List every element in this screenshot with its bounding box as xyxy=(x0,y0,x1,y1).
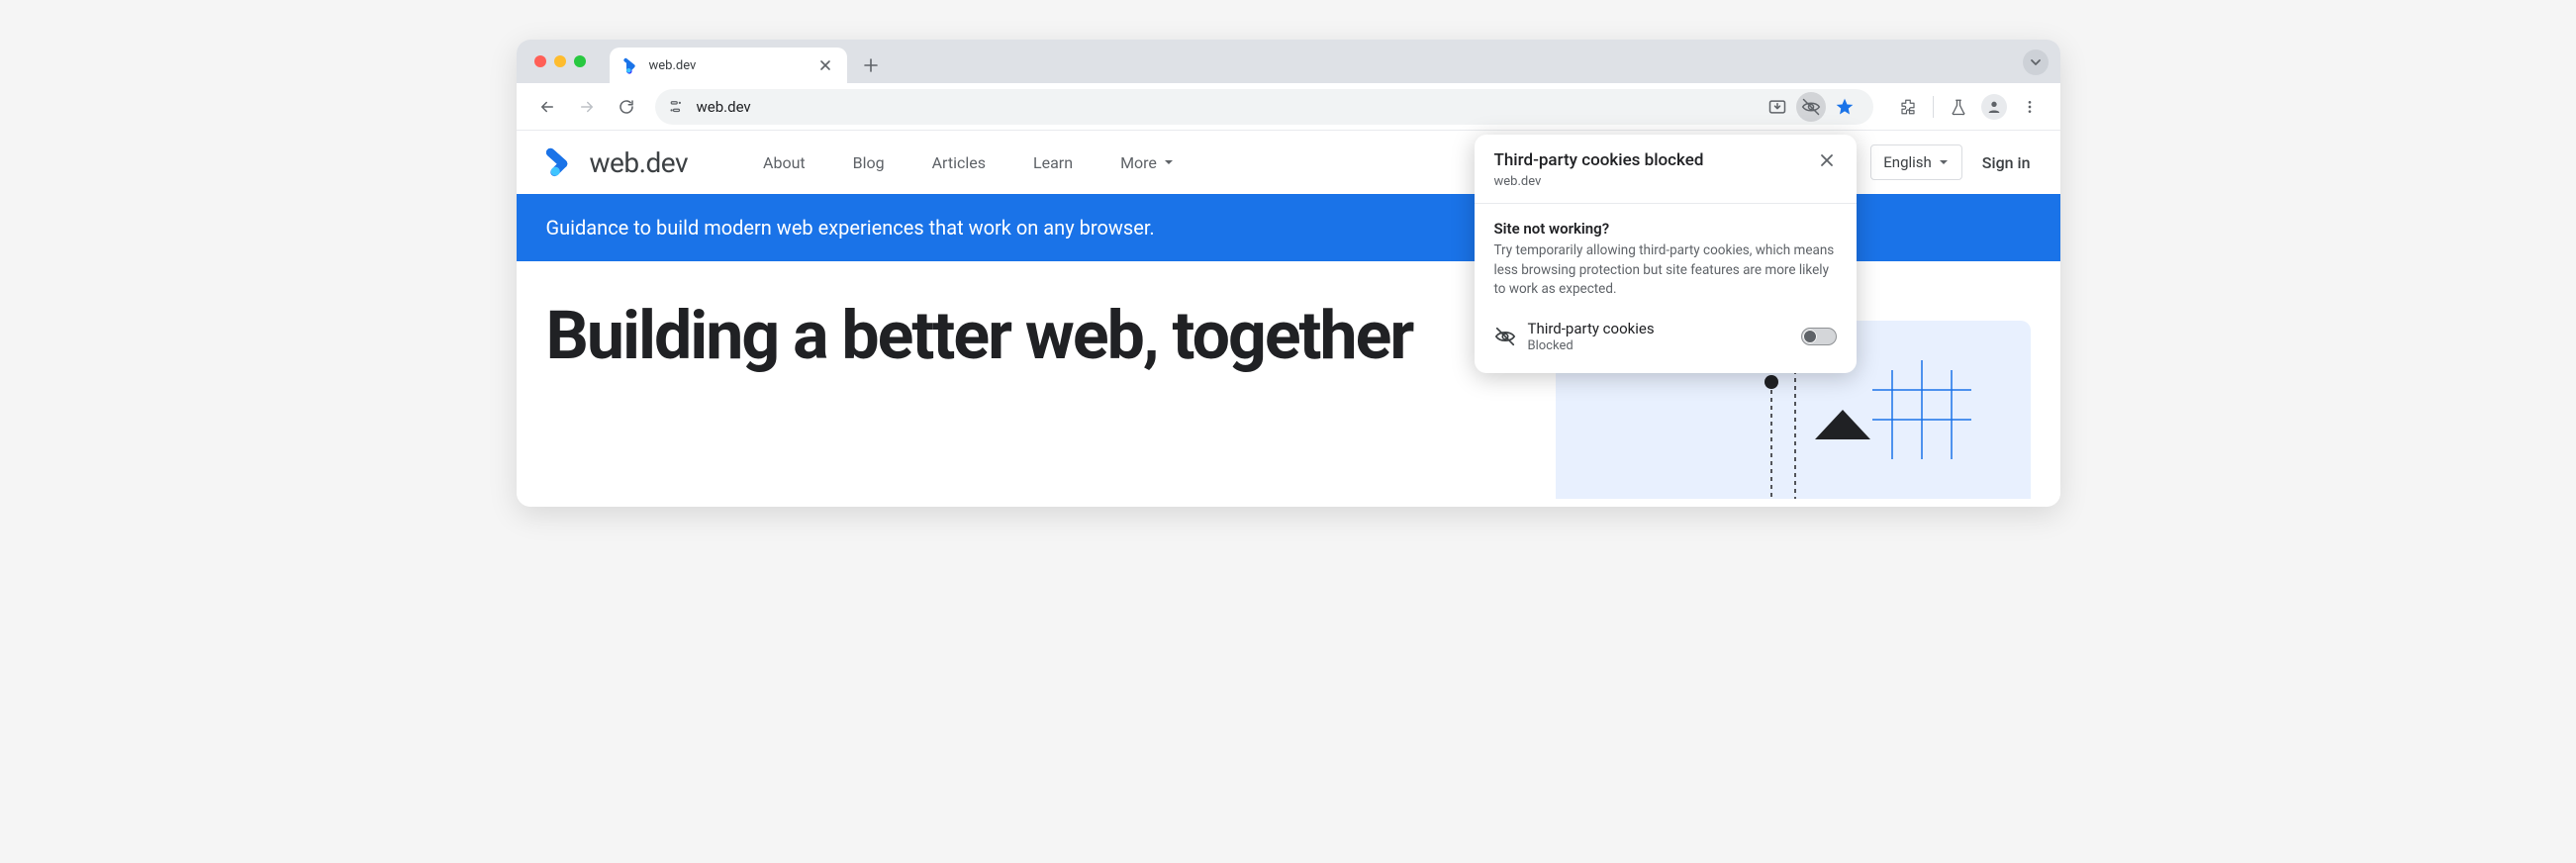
window-controls xyxy=(534,40,586,83)
tab-favicon xyxy=(623,56,641,74)
tab-strip: web.dev xyxy=(517,40,2060,83)
cookie-row-status: Blocked xyxy=(1528,338,1789,353)
close-icon xyxy=(1820,153,1834,167)
close-window-button[interactable] xyxy=(534,55,546,67)
popover-description: Try temporarily allowing third-party coo… xyxy=(1494,241,1837,300)
nav-more[interactable]: More xyxy=(1120,153,1175,172)
signin-link[interactable]: Sign in xyxy=(1982,153,2031,172)
back-button[interactable] xyxy=(530,90,564,124)
cookie-row-label: Third-party cookies xyxy=(1528,320,1789,339)
toolbar-divider xyxy=(1933,96,1934,118)
nav-learn[interactable]: Learn xyxy=(1033,153,1073,172)
chevron-down-icon xyxy=(1163,156,1175,168)
popover-domain: web.dev xyxy=(1494,174,1817,189)
site-brand[interactable]: web.dev xyxy=(546,145,689,179)
browser-toolbar: web.dev xyxy=(517,83,2060,131)
install-app-icon[interactable] xyxy=(1763,92,1792,122)
hero-title: Building a better web, together xyxy=(546,301,1516,371)
address-bar[interactable]: web.dev xyxy=(655,89,1873,125)
brand-text: web.dev xyxy=(590,146,689,179)
chevron-down-icon xyxy=(1938,156,1950,168)
menu-icon[interactable] xyxy=(2013,90,2047,124)
cookies-blocked-icon[interactable] xyxy=(1796,92,1826,122)
cookie-toggle-row: Third-party cookies Blocked xyxy=(1494,320,1837,354)
site-nav: About Blog Articles Learn More xyxy=(763,153,1175,172)
close-tab-icon[interactable] xyxy=(817,57,833,73)
eye-off-icon xyxy=(1494,326,1516,347)
nav-about[interactable]: About xyxy=(763,153,806,172)
labs-icon[interactable] xyxy=(1942,90,1975,124)
nav-blog[interactable]: Blog xyxy=(853,153,885,172)
minimize-window-button[interactable] xyxy=(554,55,566,67)
language-label: English xyxy=(1883,153,1932,171)
forward-button[interactable] xyxy=(570,90,604,124)
extensions-icon[interactable] xyxy=(1891,90,1925,124)
popover-title: Third-party cookies blocked xyxy=(1494,150,1817,170)
new-tab-button[interactable] xyxy=(857,51,885,79)
maximize-window-button[interactable] xyxy=(574,55,586,67)
tab-search-button[interactable] xyxy=(2023,49,2049,75)
popover-close-button[interactable] xyxy=(1817,150,1837,170)
bookmark-star-icon[interactable] xyxy=(1830,92,1860,122)
cookies-popover: Third-party cookies blocked web.dev Site… xyxy=(1475,135,1857,373)
site-info-icon[interactable] xyxy=(669,98,687,116)
popover-subtitle: Site not working? xyxy=(1494,220,1837,238)
nav-more-label: More xyxy=(1120,153,1157,172)
reload-button[interactable] xyxy=(610,90,643,124)
tab-title: web.dev xyxy=(649,58,810,73)
profile-button[interactable] xyxy=(1977,90,2011,124)
cookie-toggle[interactable] xyxy=(1801,328,1837,345)
toggle-knob xyxy=(1803,330,1817,343)
language-selector[interactable]: English xyxy=(1870,144,1962,180)
nav-articles[interactable]: Articles xyxy=(932,153,986,172)
browser-tab[interactable]: web.dev xyxy=(610,48,847,83)
url-text: web.dev xyxy=(697,98,1753,116)
brand-logo-icon xyxy=(546,145,580,179)
